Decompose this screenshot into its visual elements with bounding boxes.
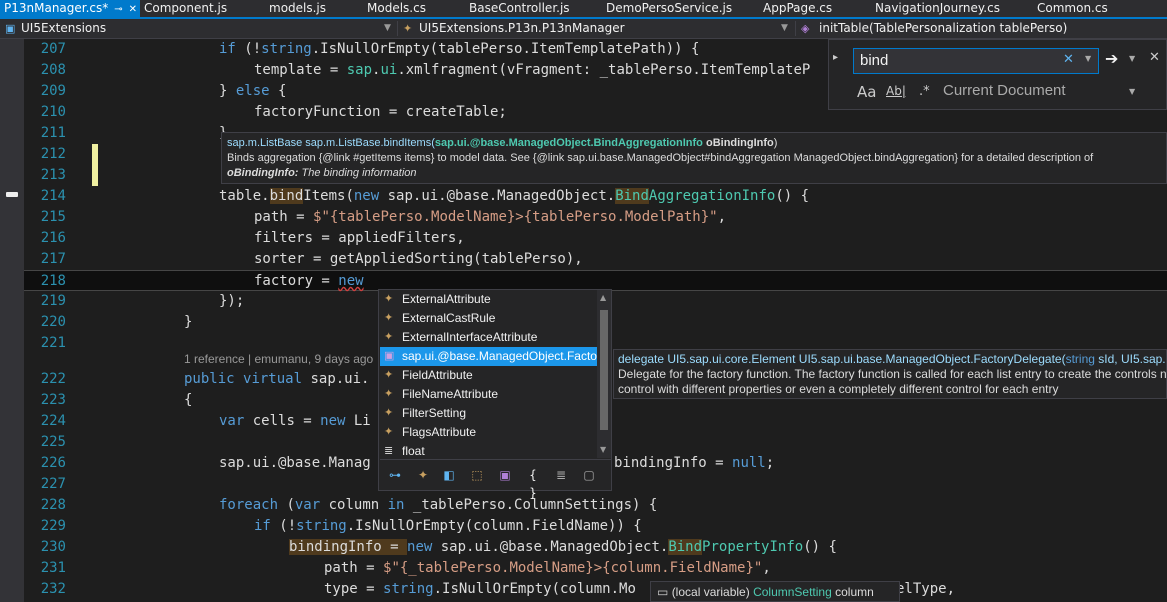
list-item-selected[interactable]: ▣ sap.ui.@base.ManagedObject.Factor (380, 347, 597, 366)
document-tab-bar: P13nManager.cs* ⊸ ✕ Component.js models.js… (0, 0, 1167, 19)
codelens[interactable]: 1 reference | emumanu, 9 days ago (184, 352, 373, 366)
class-icon: ✦ (384, 331, 394, 343)
chevron-down-icon: ▼ (384, 23, 391, 33)
project-dropdown[interactable]: ▣ UI5Extensions ▼ (0, 19, 396, 38)
class-icon: ✦ (384, 312, 394, 324)
filter-structures-icon[interactable]: ◧ (440, 466, 458, 484)
scroll-thumb[interactable] (600, 310, 608, 430)
filter-delegates-icon[interactable]: ▣ (496, 466, 514, 484)
tab-component-js[interactable]: Component.js (144, 0, 227, 17)
code-line[interactable]: 215 path = $"{tablePerso.ModelName}>{tabl… (24, 207, 1167, 228)
editor-margin (0, 39, 24, 602)
type-name: UI5Extensions.P13n.P13nManager (419, 21, 625, 35)
current-statement-arrow-icon (6, 192, 18, 197)
completion-filter-bar: ⊶ ✦ ◧ ⬚ ▣ { } ≣ ▢ (380, 459, 612, 500)
tab-label: P13nManager.cs* (4, 1, 109, 15)
class-icon: ✦ (384, 407, 394, 419)
member-name: initTable(TablePersonalization tablePers… (819, 21, 1068, 35)
project-name: UI5Extensions (21, 21, 107, 35)
class-icon: ✦ (384, 293, 394, 305)
method-icon: ◈ (801, 22, 810, 35)
regex-icon[interactable]: .* (919, 84, 930, 99)
find-options-icon[interactable]: ▼ (1129, 54, 1135, 63)
csharp-project-icon: ▣ (5, 22, 16, 35)
match-case-icon[interactable]: Aa (857, 83, 876, 101)
scrollbar[interactable]: ▲ ▼ (597, 290, 611, 458)
find-widget: ▸ bind ✕ ▼ ➔ ▼ ✕ Aa Ab| .* Current Docum… (828, 39, 1167, 110)
tab-basecontroller-js[interactable]: BaseController.js (469, 0, 570, 17)
class-icon: ✦ (384, 388, 394, 400)
chevron-down-icon: ▼ (781, 23, 788, 33)
filter-keywords-icon[interactable]: ≣ (552, 466, 570, 484)
filter-classes-icon[interactable]: ✦ (414, 466, 432, 484)
filter-snippets-icon[interactable]: ▢ (580, 466, 598, 484)
list-item[interactable]: ✦ ExternalCastRule (380, 309, 597, 328)
filter-namespaces-icon[interactable]: { } (524, 466, 542, 500)
scroll-down-icon[interactable]: ▼ (600, 445, 606, 454)
local-variable-icon: ▭ (657, 585, 669, 599)
search-scope-dropdown[interactable]: Current Document (943, 82, 1066, 99)
code-line[interactable]: 232 type = string.IsNullOrEmpty(column.Mo… (24, 579, 1167, 600)
code-line[interactable]: 230 bindingInfo = new sap.ui.@base.Manage… (24, 537, 1167, 558)
class-icon: ✦ (384, 369, 394, 381)
tab-models-js[interactable]: models.js (269, 0, 326, 17)
code-line[interactable]: 229 if (!string.IsNullOrEmpty(column.Fiel… (24, 516, 1167, 537)
tab-p13nmanager[interactable]: P13nManager.cs* ⊸ ✕ (0, 0, 140, 17)
filter-enums-icon[interactable]: ⬚ (468, 466, 486, 484)
tab-apppage-cs[interactable]: AppPage.cs (763, 0, 832, 17)
code-line[interactable]: 216 filters = appliedFilters, (24, 228, 1167, 249)
class-icon: ✦ (384, 426, 394, 438)
signature-description: Binds aggregation {@link #getItems items… (227, 152, 1094, 164)
chevron-down-icon[interactable]: ▼ (1129, 87, 1135, 96)
code-line[interactable]: 231 path = $"{_tablePerso.ModelName}>{col… (24, 558, 1167, 579)
tab-common-cs[interactable]: Common.cs (1037, 0, 1108, 17)
class-icon: ✦ (403, 22, 413, 35)
signature-line: sap.m.ListBase sap.m.ListBase.bindItems(… (227, 137, 778, 149)
code-line[interactable]: 228 foreach (var column in _tablePerso.Co… (24, 495, 1167, 516)
toggle-replace-icon[interactable]: ▸ (833, 52, 838, 63)
tab-demopersoservice-js[interactable]: DemoPersoService.js (606, 0, 732, 17)
clear-search-icon[interactable]: ✕ (1063, 52, 1074, 67)
type-dropdown[interactable]: ✦ UI5Extensions.P13n.P13nManager ▼ (397, 19, 794, 38)
tab-navigationjourney-cs[interactable]: NavigationJourney.cs (875, 0, 1000, 17)
delegate-icon: ▣ (384, 350, 395, 362)
list-item[interactable]: ✦ FilterSetting (380, 404, 597, 423)
code-line[interactable]: 217 sorter = getAppliedSorting(tablePerso… (24, 249, 1167, 270)
search-history-icon[interactable]: ▼ (1085, 54, 1091, 63)
list-item[interactable]: ✦ ExternalAttribute (380, 290, 597, 309)
pin-icon[interactable]: ⊸ (114, 4, 122, 15)
quick-info-tooltip: ▭ (local variable) ColumnSetting column (650, 581, 900, 602)
find-next-icon[interactable]: ➔ (1105, 49, 1118, 68)
code-line[interactable]: 214 table.bindItems(new sap.ui.@base.Mana… (24, 186, 1167, 207)
list-item[interactable]: ✦ FlagsAttribute (380, 423, 597, 442)
current-line[interactable]: 218 factory = new (24, 270, 1167, 291)
member-dropdown[interactable]: ◈ initTable(TablePersonalization tablePe… (795, 19, 1167, 38)
filter-properties-icon[interactable]: ⊶ (386, 466, 404, 484)
match-whole-word-icon[interactable]: Ab| (886, 84, 906, 98)
scroll-up-icon[interactable]: ▲ (600, 293, 606, 302)
parameter-description: oBindingInfo: The binding information (227, 167, 417, 179)
close-icon[interactable]: ✕ (129, 4, 137, 15)
navigation-bar: ▣ UI5Extensions ▼ ✦ UI5Extensions.P13n.P… (0, 19, 1167, 39)
list-item[interactable]: ✦ FileNameAttribute (380, 385, 597, 404)
close-find-icon[interactable]: ✕ (1149, 50, 1160, 65)
signature-help-tooltip: sap.m.ListBase sap.m.ListBase.bindItems(… (221, 132, 1167, 184)
completion-list[interactable]: ✦ ExternalAttribute ✦ ExternalCastRule ✦ Ex… (378, 289, 612, 500)
list-item[interactable]: ✦ FieldAttribute (380, 366, 597, 385)
tab-models-cs[interactable]: Models.cs (367, 0, 426, 17)
list-item[interactable]: ✦ ExternalInterfaceAttribute (380, 328, 597, 347)
completion-item-tooltip: delegate UI5.sap.ui.core.Element UI5.sap… (613, 349, 1167, 399)
